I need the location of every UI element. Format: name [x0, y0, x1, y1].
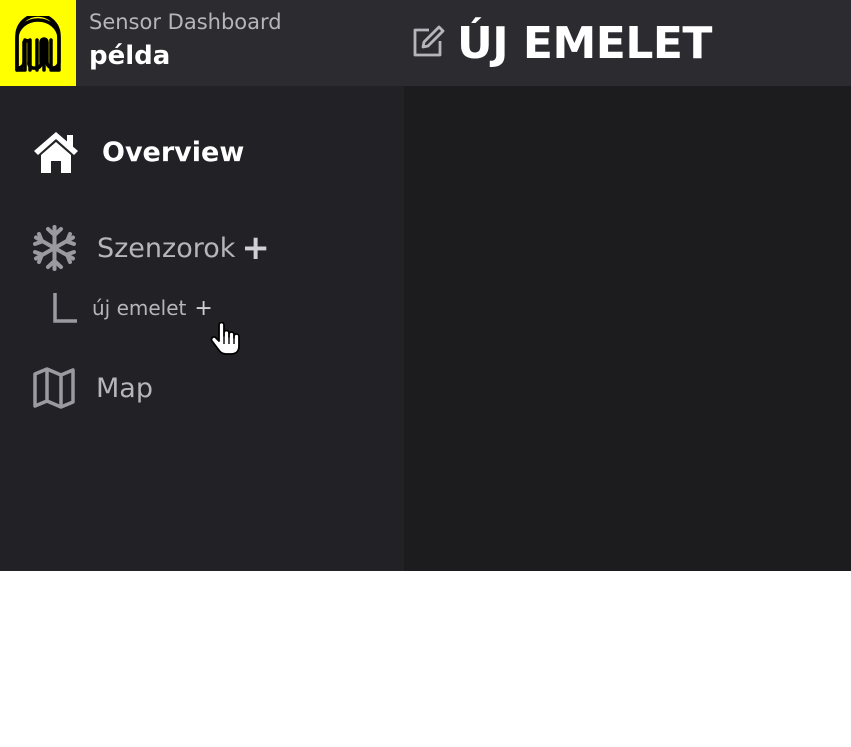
sidebar-item-label: új emelet	[92, 296, 187, 320]
instance-name: példa	[89, 41, 171, 71]
page-title: ÚJ EMELET	[457, 17, 712, 69]
edit-icon[interactable]	[409, 22, 447, 64]
snowflake-icon	[33, 225, 76, 271]
sidebar-item-label: Szenzorok	[97, 232, 236, 264]
tree-branch-icon	[53, 293, 77, 323]
sidebar-item-label: Overview	[102, 136, 245, 168]
header: Sensor Dashboard példa ÚJ EMELET	[0, 0, 851, 86]
app-name: Sensor Dashboard	[89, 10, 282, 34]
home-icon	[34, 132, 78, 173]
app-window: Sensor Dashboard példa ÚJ EMELET Overvie…	[0, 0, 851, 571]
add-floor-button[interactable]: +	[194, 296, 212, 321]
sidebar-item-uj-emelet[interactable]: új emelet +	[52, 291, 213, 325]
sidebar: Overview Szenzorok + új emelet + Map	[0, 86, 404, 571]
logo-icon	[15, 16, 61, 72]
sidebar-item-szenzorok[interactable]: Szenzorok +	[32, 224, 270, 272]
title-bar: ÚJ EMELET	[409, 16, 712, 70]
sidebar-item-map[interactable]: Map	[32, 366, 153, 410]
hand-cursor-icon	[210, 322, 240, 355]
sidebar-item-label: Map	[96, 372, 153, 404]
sidebar-item-overview[interactable]: Overview	[32, 130, 244, 174]
main-content	[404, 86, 851, 571]
logo[interactable]	[0, 0, 76, 86]
add-sensor-button[interactable]: +	[241, 231, 270, 265]
map-icon	[33, 367, 75, 409]
